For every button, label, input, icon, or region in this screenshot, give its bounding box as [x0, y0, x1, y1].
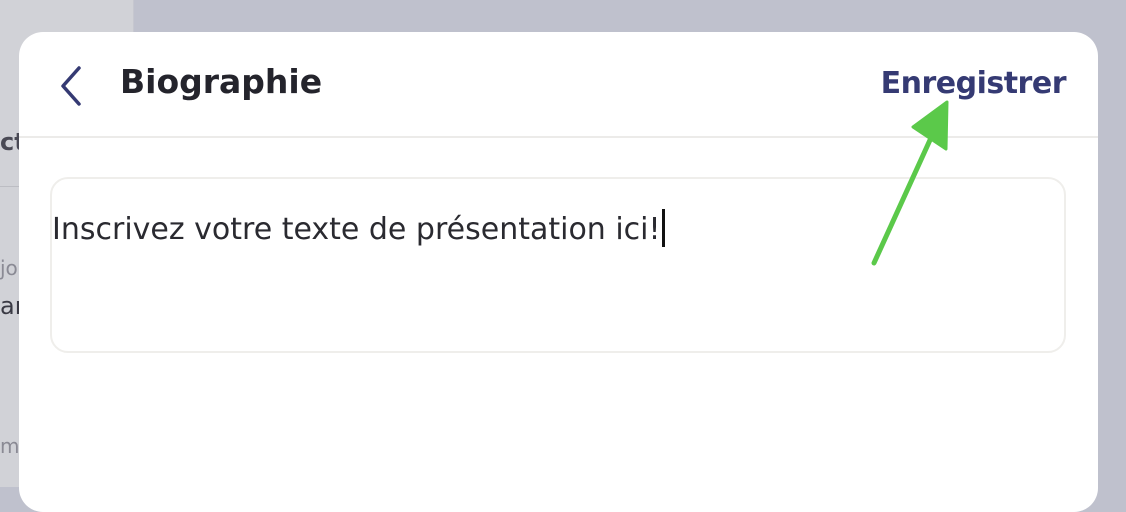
arrow-pointer-icon — [871, 100, 949, 266]
background-text-fragment: m — [0, 434, 20, 458]
chevron-left-icon — [61, 66, 81, 106]
back-button[interactable] — [55, 64, 89, 108]
save-button[interactable]: Enregistrer — [881, 66, 1067, 101]
page-title: Biographie — [120, 62, 323, 101]
biography-text-value: Inscrivez votre texte de présentation ic… — [52, 212, 661, 247]
text-caret — [661, 209, 665, 247]
biography-text: Inscrivez votre texte de présentation ic… — [52, 209, 665, 247]
background-text-fragment: jo — [0, 256, 18, 280]
